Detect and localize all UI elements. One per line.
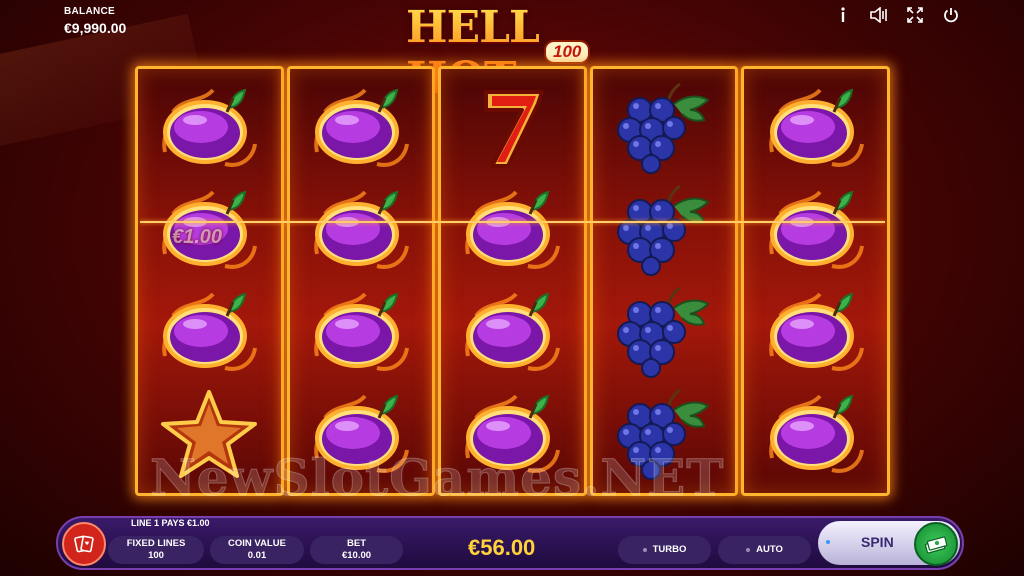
- plum-symbol-icon: [306, 82, 416, 174]
- grapes-symbol-icon: [609, 82, 719, 174]
- plum-symbol-icon: [457, 286, 567, 378]
- fullscreen-icon[interactable]: [904, 6, 926, 24]
- fixed-lines-display: FIXED LINES 100: [108, 536, 204, 564]
- plum-symbol-icon: [761, 286, 871, 378]
- line-win-amount: €1.00: [172, 226, 223, 248]
- cards-icon: [74, 535, 94, 553]
- plum-symbol-icon: [457, 184, 567, 276]
- plum-symbol-icon: [306, 184, 416, 276]
- fixed-lines-value: 100: [148, 550, 164, 561]
- cash-icon: [924, 536, 948, 554]
- auto-toggle[interactable]: AUTO: [718, 536, 811, 564]
- reel-5: [741, 66, 890, 496]
- game-logo: HELL HOT 100: [398, 0, 628, 104]
- spin-indicator-icon: [826, 540, 830, 544]
- reel-2: [286, 66, 436, 496]
- plum-symbol-icon: [154, 82, 264, 174]
- plum-symbol-icon: [306, 286, 416, 378]
- plum-symbol-icon: [154, 286, 264, 378]
- turbo-indicator-icon: [642, 548, 647, 552]
- plum-symbol-icon: [761, 388, 871, 480]
- spin-circle[interactable]: [914, 522, 958, 566]
- plum-symbol-icon: [761, 82, 871, 174]
- power-icon[interactable]: [940, 6, 962, 24]
- line-pays-message: LINE 1 PAYS €1.00: [131, 518, 210, 528]
- spin-button[interactable]: SPIN: [818, 521, 960, 566]
- coin-value-label: COIN VALUE: [228, 538, 286, 549]
- logo-subtitle: 100: [544, 40, 591, 64]
- total-bet-amount: €56.00: [468, 535, 536, 560]
- watermark-text: NewSlotGames.NET: [150, 448, 725, 508]
- balance-label: BALANCE: [64, 6, 115, 17]
- bet-label: BET: [347, 538, 366, 549]
- reel-1: [135, 66, 284, 496]
- reel-3: [438, 66, 587, 496]
- paytable-button[interactable]: [62, 522, 106, 566]
- info-icon[interactable]: [832, 6, 854, 24]
- plum-symbol-icon: [761, 184, 871, 276]
- coin-value-value: 0.01: [247, 550, 267, 561]
- bet-value: €10.00: [341, 550, 372, 561]
- balance-display: BALANCE €9,990.00: [64, 6, 126, 36]
- spin-label: SPIN: [861, 534, 894, 550]
- coin-value-selector[interactable]: COIN VALUE 0.01: [210, 536, 304, 564]
- seven-symbol-icon: [457, 82, 567, 174]
- auto-indicator-icon: [746, 548, 751, 552]
- balance-value: €9,990.00: [64, 20, 127, 36]
- reel-grid: [135, 66, 890, 496]
- grapes-symbol-icon: [609, 286, 719, 378]
- bet-selector[interactable]: BET €10.00: [310, 536, 403, 564]
- auto-label: AUTO: [756, 544, 783, 555]
- turbo-toggle[interactable]: TURBO: [618, 536, 711, 564]
- grapes-symbol-icon: [609, 184, 719, 276]
- fixed-lines-label: FIXED LINES: [126, 538, 186, 549]
- sound-icon[interactable]: [868, 6, 890, 24]
- reel-4: [589, 66, 739, 496]
- top-toolbar: [832, 6, 962, 24]
- payline-indicator: [140, 221, 885, 223]
- turbo-label: TURBO: [652, 544, 687, 555]
